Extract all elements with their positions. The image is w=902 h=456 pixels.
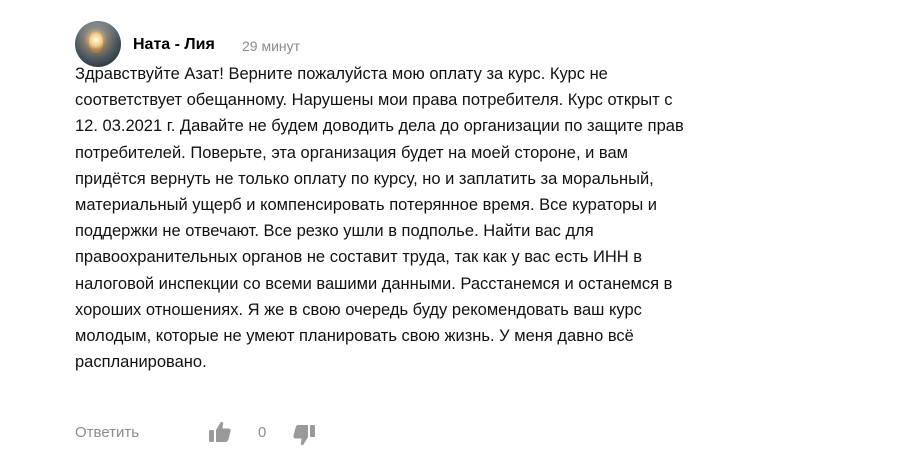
comment-line: придётся вернуть не только оплату по кур…	[75, 169, 654, 188]
author-name[interactable]: Ната - Лия	[133, 35, 215, 55]
comment-line: поддержки не отвечают. Все резко ушли в …	[75, 222, 594, 241]
reply-button[interactable]: Ответить	[75, 423, 139, 443]
comment-line: соответствует обещанному. Нарушены мои п…	[75, 91, 673, 110]
comment-line: молодым, которые не умеют планировать св…	[75, 327, 634, 346]
comment-line: распланировано.	[75, 353, 207, 372]
like-count: 0	[258, 424, 267, 441]
like-button[interactable]	[208, 420, 232, 444]
comment-line: материальный ущерб и компенсировать поте…	[75, 196, 658, 215]
comment-line: потребителей. Поверьте, эта организация …	[75, 143, 629, 162]
comment-card: Ната - Лия 29 минут Здравствуйте Азат! В…	[0, 0, 902, 456]
thumbs-down-icon	[293, 425, 315, 446]
thumbs-up-icon	[209, 421, 231, 442]
comment-text: Здравствуйте Азат! Верните пожалуйста мо…	[75, 61, 835, 375]
comment-time: 29 минут	[242, 38, 301, 54]
dislike-button[interactable]	[292, 423, 316, 447]
comment-line: 12. 03.2021 г. Давайте не будем доводить…	[75, 117, 684, 136]
comment-line: налоговой инспекции со всеми вашими данн…	[75, 274, 673, 293]
comment-line: хороших отношениях. Я же в свою очередь …	[75, 300, 642, 319]
comment-line: Здравствуйте Азат! Верните пожалуйста мо…	[75, 65, 608, 83]
comment-line: правоохранительных органов не составит т…	[75, 248, 642, 267]
avatar-candle-glow	[89, 31, 103, 53]
comment-actions: Ответить 0	[75, 420, 395, 448]
